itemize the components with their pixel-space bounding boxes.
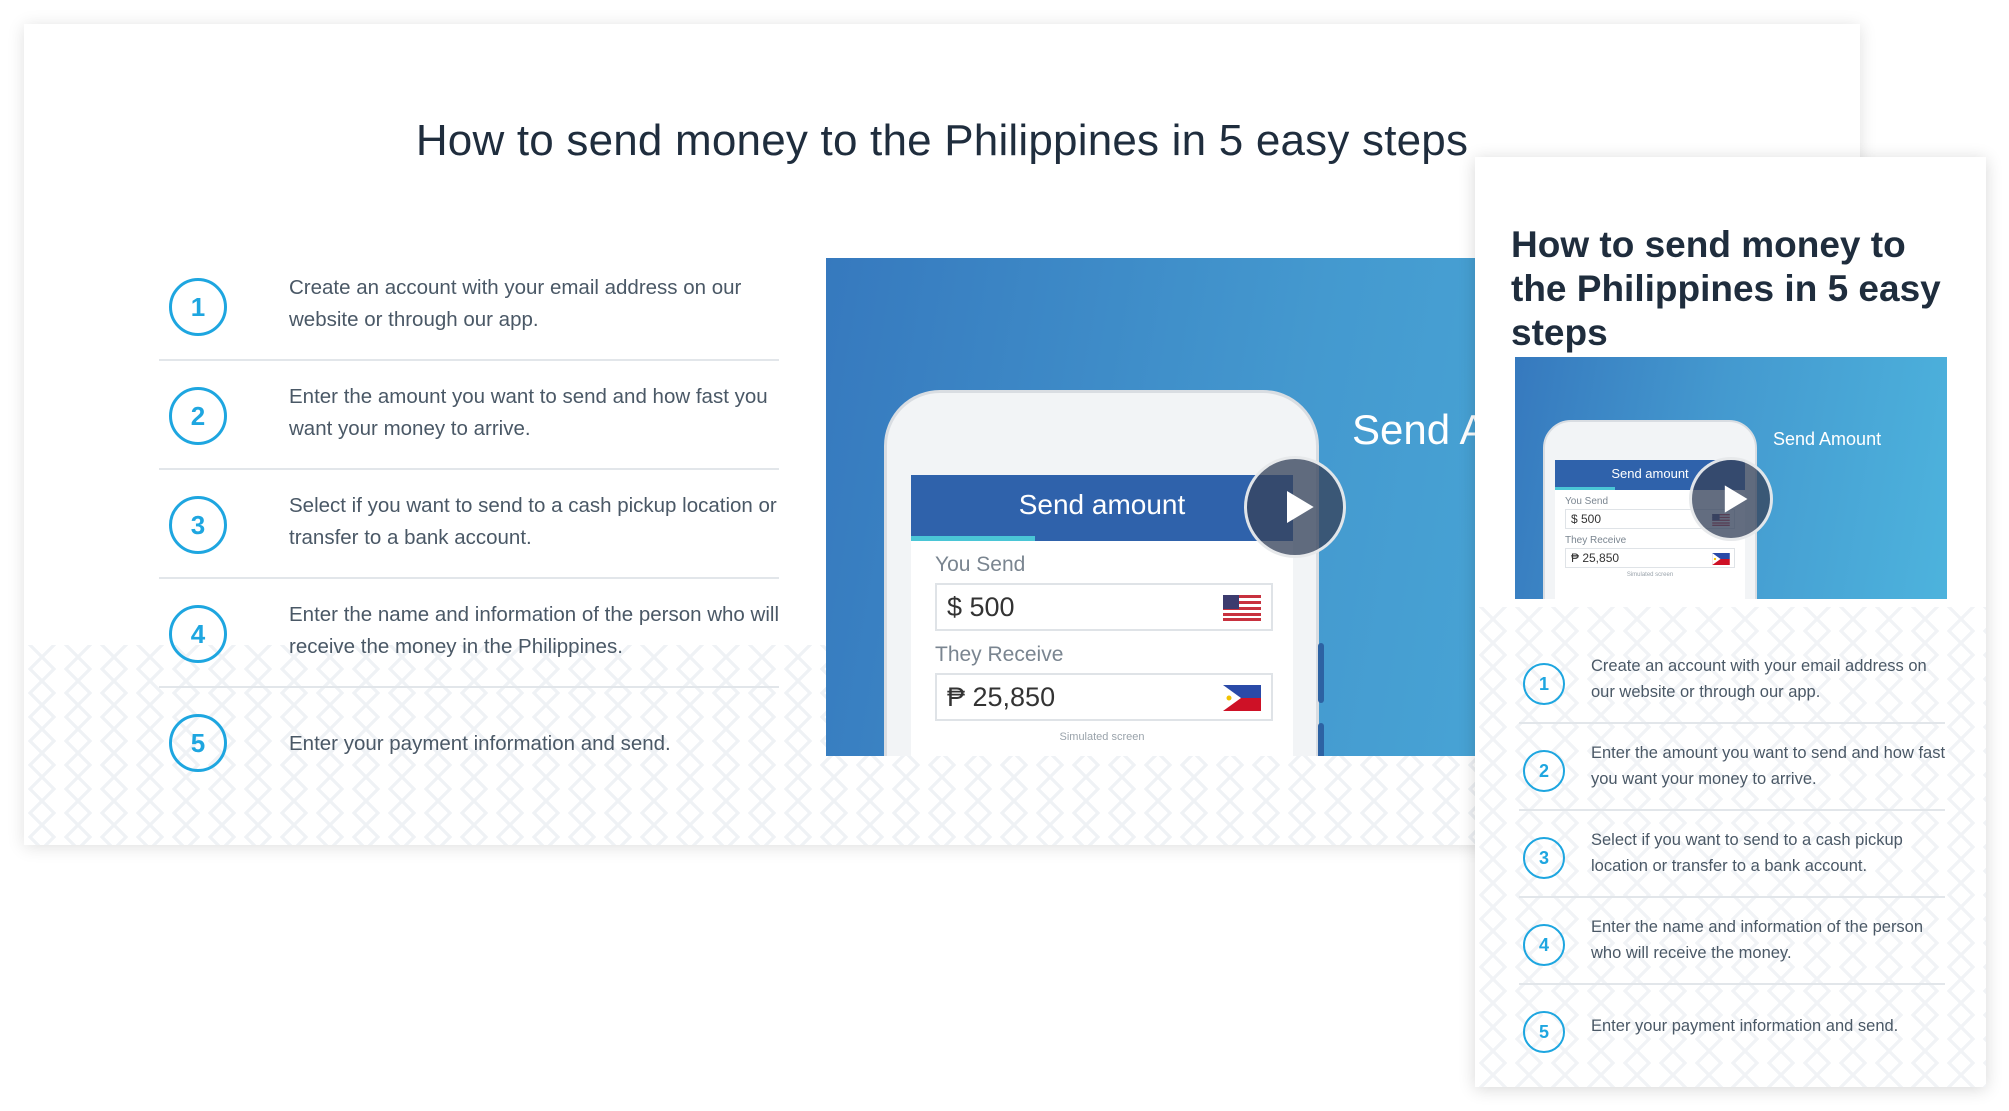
you-send-field: $ 500: [935, 583, 1273, 631]
step-text: Enter the amount you want to send and ho…: [1591, 744, 1946, 788]
step-text: Enter the name and information of the pe…: [1591, 918, 1924, 962]
play-icon: [1287, 491, 1314, 523]
step-item: 2 Enter the amount you want to send and …: [1519, 724, 1945, 811]
play-icon: [1724, 485, 1748, 513]
step-text: Select if you want to send to a cash pic…: [289, 494, 777, 549]
you-send-value: $ 500: [947, 592, 1015, 622]
ph-flag-icon: [1223, 685, 1261, 711]
they-receive-field: ₱ 25,850: [935, 673, 1273, 721]
step-number-badge: 1: [1523, 663, 1565, 705]
page-title: How to send money to the Philippines in …: [1511, 224, 1941, 353]
you-send-value: $ 500: [1571, 512, 1602, 526]
video-overlay-text: Send A: [1352, 406, 1488, 453]
they-receive-value: ₱ 25,850: [1571, 551, 1620, 565]
step-item: 1 Create an account with your email addr…: [1519, 637, 1945, 724]
simulated-screen-note: Simulated screen: [1059, 731, 1145, 743]
step-item: 3 Select if you want to send to a cash p…: [1519, 811, 1945, 898]
step-item: 4 Enter the name and information of the …: [159, 579, 779, 688]
send-amount-header: Send amount: [911, 475, 1293, 541]
steps-list: 1 Create an account with your email addr…: [1519, 637, 1945, 1072]
phone-side-button: [1318, 723, 1324, 756]
step-item: 3 Select if you want to send to a cash p…: [159, 470, 779, 579]
step-text: Enter the name and information of the pe…: [289, 603, 779, 658]
simulated-screen-note: Simulated screen: [1626, 572, 1674, 578]
they-receive-label: They Receive: [935, 643, 1064, 666]
step-number-badge: 1: [169, 278, 227, 336]
step-item: 4 Enter the name and information of the …: [1519, 898, 1945, 985]
step-number-badge: 4: [1523, 924, 1565, 966]
step-item: 5 Enter your payment information and sen…: [159, 688, 779, 797]
send-amount-title: Send amount: [1611, 466, 1689, 481]
progress-bar: [911, 536, 1035, 541]
step-number-badge: 2: [1523, 750, 1565, 792]
step-item: 5 Enter your payment information and sen…: [1519, 985, 1945, 1072]
video-overlay-text: Send Amount: [1773, 429, 1882, 449]
step-text: Enter your payment information and send.: [289, 732, 671, 755]
you-send-label: You Send: [935, 553, 1026, 576]
us-flag-icon: [1223, 595, 1261, 621]
step-item: 2 Enter the amount you want to send and …: [159, 361, 779, 470]
step-number-badge: 3: [169, 496, 227, 554]
tutorial-video-player[interactable]: Send amount You Send $ 500 They Receive …: [1515, 357, 1947, 599]
step-text: Select if you want to send to a cash pic…: [1591, 831, 1903, 875]
send-amount-title: Send amount: [1018, 489, 1186, 520]
play-button[interactable]: [1244, 456, 1346, 558]
step-number-badge: 3: [1523, 837, 1565, 879]
phone-screen: Send amount You Send $ 500 They Receive …: [911, 475, 1293, 756]
step-number-badge: 5: [169, 714, 227, 772]
phone-mockup: Send amount You Send $ 500 They Receive …: [884, 390, 1324, 756]
step-number-badge: 5: [1523, 1011, 1565, 1053]
ph-flag-icon: [1712, 553, 1730, 565]
phone-side-button: [1318, 643, 1324, 703]
step-number-badge: 2: [169, 387, 227, 445]
step-text: Create an account with your email addres…: [1591, 657, 1927, 701]
steps-list: 1 Create an account with your email addr…: [159, 252, 779, 797]
step-item: 1 Create an account with your email addr…: [159, 252, 779, 361]
play-button[interactable]: [1689, 457, 1773, 541]
they-receive-field: ₱ 25,850: [1565, 548, 1735, 568]
step-text: Enter the amount you want to send and ho…: [289, 385, 768, 440]
step-text: Enter your payment information and send.: [1591, 1017, 1899, 1035]
progress-bar: [1555, 487, 1615, 490]
they-receive-value: ₱ 25,850: [947, 682, 1056, 712]
step-number-badge: 4: [169, 605, 227, 663]
mobile-view-card: How to send money to the Philippines in …: [1475, 157, 1986, 1087]
step-text: Create an account with your email addres…: [289, 276, 742, 331]
